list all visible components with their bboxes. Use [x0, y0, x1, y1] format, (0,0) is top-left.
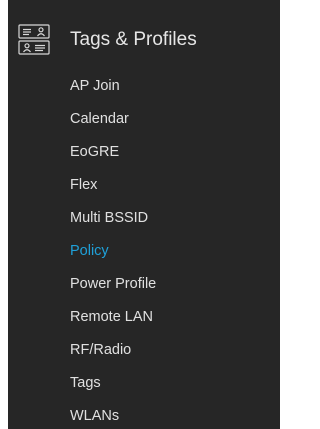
side-navigation-panel: Tags & Profiles AP Join Calendar EoGRE F… [8, 0, 280, 429]
menu-item-calendar[interactable]: Calendar [70, 111, 129, 127]
menu-item-ap-join[interactable]: AP Join [70, 78, 120, 94]
menu-item-rf-radio[interactable]: RF/Radio [70, 342, 131, 358]
tags-profiles-icon [17, 22, 51, 58]
menu-item-wlans[interactable]: WLANs [70, 408, 119, 424]
section-header[interactable]: Tags & Profiles [8, 22, 280, 58]
menu-item-eogre[interactable]: EoGRE [70, 144, 119, 160]
menu-item-flex[interactable]: Flex [70, 177, 97, 193]
menu-item-remote-lan[interactable]: Remote LAN [70, 309, 153, 325]
menu-item-power-profile[interactable]: Power Profile [70, 276, 156, 292]
menu-item-tags[interactable]: Tags [70, 375, 101, 391]
section-title: Tags & Profiles [70, 29, 197, 50]
menu-item-multi-bssid[interactable]: Multi BSSID [70, 210, 148, 226]
menu-item-policy[interactable]: Policy [70, 243, 109, 259]
